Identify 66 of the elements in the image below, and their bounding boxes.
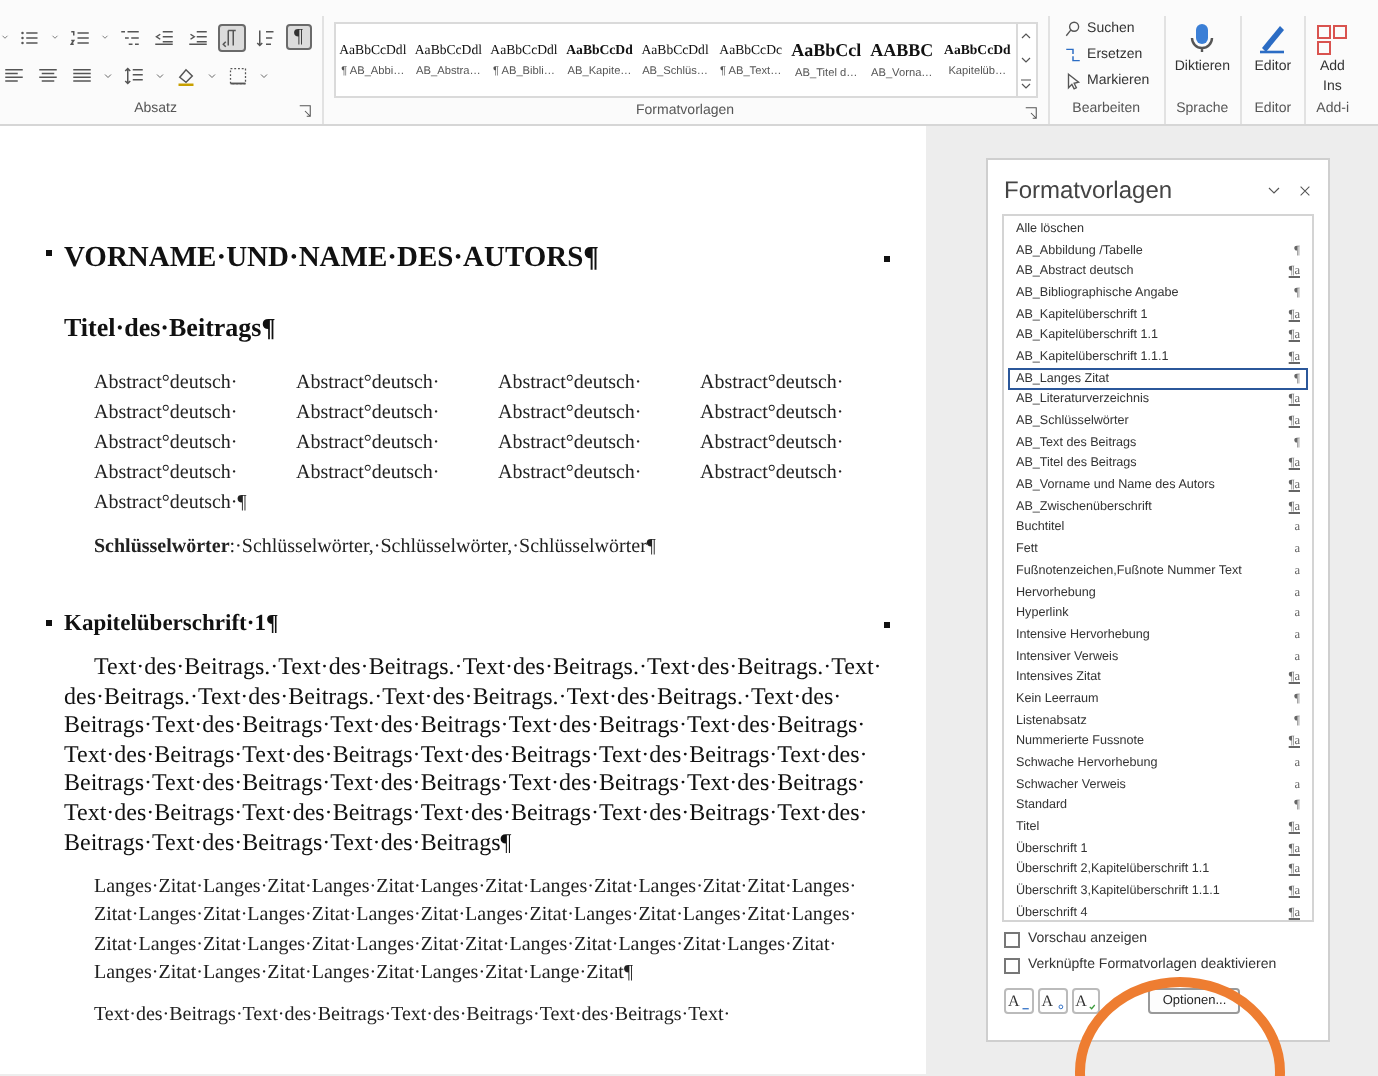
abstract-text: Abstract°deutsch· [498,430,642,458]
new-style-button[interactable]: A [1004,988,1034,1014]
caret-icon [258,69,270,81]
abstract-text: Abstract°deutsch· [700,430,844,458]
abstract-text: Abstract°deutsch· [700,460,844,488]
pane-title: Formatvorlagen [1004,176,1175,204]
close-icon[interactable] [1298,183,1312,197]
caret-icon [154,69,166,81]
abstract-text: Abstract°deutsch· [94,460,238,488]
manage-styles-button[interactable]: A [1071,988,1101,1014]
multilevel-list-icon [120,27,140,47]
abstract-text: Abstract°deutsch· [498,370,642,398]
keywords-line: Schlüsselwörter:·Schlüsselwörter,·Schlüsselwörter,·Schlüsselwörter¶ [94,536,658,558]
microphone-icon [1186,20,1219,56]
caret-icon [206,69,218,81]
abstract-text: Abstract°deutsch· [296,430,440,458]
magnifier-icon [1053,1000,1064,1010]
caret-icon [0,32,10,42]
caret-icon [50,32,60,42]
paragraph-mark-icon [884,256,890,262]
quote-paragraph: Langes·Zitat·Langes·Zitat·Langes·Zitat·Langes·Zitat·Langes·Zitat·Langes·Zitat·Zitat·Langes·Zitat·Langes·Zitat·Langes·Zitat·Langes·Zitat·Langes·Zitat·Langes·Zitat·Langes·Zitat·Langes·Zitat·Langes·Zitat·Langes·Zitat·Langes·Zitat·Zitat·Langes·Zitat·Langes·Zitat·Langes·Zitat·Langes·Zitat·Langes·Zitat·Langes·Zitat·Langes·Zitat·Lange·Zitat¶ [94,874,859,989]
abstract-text: Abstract°deutsch· [700,370,844,398]
align-center-icon [38,65,58,85]
search-icon [1063,20,1082,38]
abstract-text: Abstract°deutsch· [498,460,642,488]
replace-icon [1063,46,1082,64]
dialog-launcher-icon[interactable] [1023,106,1038,120]
checkmark-icon [1086,1000,1097,1010]
abstract-text: Abstract°deutsch· [700,400,844,428]
paragraph-mark-icon [884,621,890,627]
body-paragraph: Text·des·Beitrags.·Text·des·Beitrags.·Text·des·Beitrags.·Text·des·Beitrags.·Text·des·Beitrags.·Text·des·Beitrags.·Text·des·Beitrags.·Text·des·Beitrags.·Text·des·Beitrags·Text·des·Beitrags·Text·des·Beitrags·Text·des·Beitrags·Text·des·Beitrags·Text·des·Beitrags·Text·des·Beitrags·Text·des·Beitrags·Text·des·Beitrags·Text·des·Beitrags·Text·des·Beitrags·Text·des·Beitrags·Text·des·Beitrags·Text·des·Beitrags·Text·des·Beitrags·Text·des·Beitrags·Text·des·Beitrags·Text·des·Beitrags·Text·des·Beitrags·Text·des·Beitrags·Text·des·Beitrags¶ [64,652,884,857]
abstract-text: Abstract°deutsch· [94,370,238,398]
text-direction-icon [222,27,242,47]
article-title: Titel·des·Beitrags¶ [64,312,278,344]
paragraph-mark-icon [46,620,52,626]
abstract-text: Abstract°deutsch· [296,460,440,488]
caret-icon [100,32,110,42]
chapter-heading: Kapitelüberschrift·1¶ [64,612,281,636]
sort-icon [256,27,276,47]
caret-icon [102,69,114,81]
line-spacing-icon [124,65,144,85]
paragraph-mark-icon [46,250,52,256]
abstract-text: Abstract°deutsch· [94,430,238,458]
abstract-text: Abstract°deutsch· [498,400,642,428]
justify-icon [72,65,92,85]
body-paragraph: Text·des·Beitrags·Text·des·Beitrags·Text·des·Beitrags·Text·des·Beitrags·Text· [94,1004,733,1027]
decrease-indent-icon [154,27,174,47]
abstract-text: Abstract°deutsch· [296,370,440,398]
align-left-icon [4,65,24,85]
style-inspector-button[interactable]: A [1037,988,1068,1014]
shading-icon [176,65,196,85]
increase-indent-icon [188,27,208,47]
grid-icon [1316,20,1349,56]
author-name: VORNAME·UND·NAME·DES·AUTORS¶ [64,242,602,276]
numbered-list-icon [70,27,90,47]
collapse-icon[interactable] [1266,182,1282,198]
abstract-text: Abstract°deutsch·¶ [94,490,247,518]
select-icon [1063,72,1082,90]
dialog-launcher-icon[interactable] [297,104,312,118]
borders-icon [228,65,248,85]
abstract-text: Abstract°deutsch· [296,400,440,428]
bullet-list-icon [20,27,40,47]
text-direction-button[interactable] [218,23,246,51]
pen-icon [1256,20,1289,56]
formatting-marks-button[interactable]: ¶ [286,24,312,50]
abstract-text: Abstract°deutsch· [94,400,238,428]
